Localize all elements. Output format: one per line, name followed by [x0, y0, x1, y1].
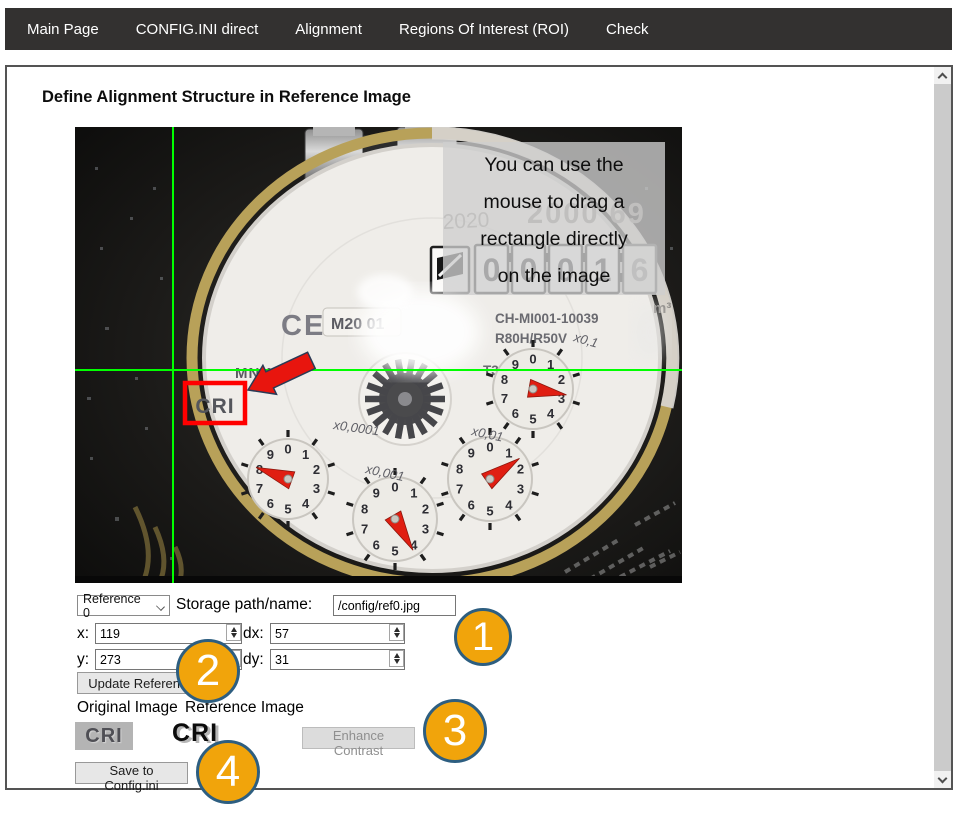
svg-text:1: 1 — [410, 486, 417, 501]
type-line1: CH-MI001-10039 — [495, 311, 599, 326]
scrollbar-down-button[interactable] — [934, 771, 951, 788]
nav-item-alignment[interactable]: Alignment — [295, 21, 362, 38]
svg-text:0: 0 — [284, 442, 291, 457]
svg-text:2: 2 — [558, 372, 565, 387]
svg-text:4: 4 — [302, 496, 310, 511]
svg-text:5: 5 — [391, 544, 398, 559]
nav-item-check[interactable]: Check — [606, 21, 649, 38]
dx-stepper[interactable] — [389, 624, 404, 641]
svg-text:7: 7 — [456, 481, 463, 496]
step-badge-1: 1 — [454, 608, 512, 666]
svg-text:7: 7 — [501, 391, 508, 406]
nav-item-roi[interactable]: Regions Of Interest (ROI) — [399, 21, 569, 38]
storage-path-field-wrap — [333, 595, 456, 616]
scrollbar-up-button[interactable] — [934, 67, 951, 84]
svg-text:0: 0 — [529, 352, 536, 367]
hint-line: on the image — [443, 258, 665, 295]
svg-text:5: 5 — [486, 504, 493, 519]
svg-text:6: 6 — [512, 406, 519, 421]
svg-text:7: 7 — [361, 521, 368, 536]
roi-text: CRI — [195, 395, 234, 418]
dy-stepper[interactable] — [389, 650, 404, 667]
hint-line: You can use the — [443, 147, 665, 184]
type-line2: R80H/R50V — [495, 331, 567, 346]
photo-edge — [75, 576, 682, 583]
chevron-down-icon — [156, 602, 165, 611]
svg-text:5: 5 — [529, 412, 536, 427]
svg-text:8: 8 — [456, 462, 463, 477]
scrollbar-thumb[interactable] — [934, 84, 951, 771]
top-navigation: Main Page CONFIG.INI direct Alignment Re… — [5, 8, 952, 50]
original-image-label: Original Image — [77, 699, 178, 717]
svg-text:9: 9 — [468, 446, 475, 461]
hint-line: rectangle directly — [443, 221, 665, 258]
scrollbar[interactable] — [934, 67, 951, 788]
svg-text:9: 9 — [267, 447, 274, 462]
svg-text:1: 1 — [505, 446, 512, 461]
content-frame: Define Alignment Structure in Reference … — [5, 65, 953, 790]
svg-text:4: 4 — [505, 497, 513, 512]
svg-text:6: 6 — [267, 496, 274, 511]
svg-text:2: 2 — [313, 462, 320, 477]
nav-item-main-page[interactable]: Main Page — [27, 21, 99, 38]
chevron-up-icon — [938, 72, 948, 82]
reference-select-value: Reference 0 — [83, 592, 151, 620]
svg-text:4: 4 — [547, 406, 555, 421]
svg-text:3: 3 — [422, 521, 429, 536]
svg-text:2: 2 — [422, 502, 429, 517]
chevron-down-icon — [938, 773, 948, 783]
original-image-thumbnail: CRI — [75, 722, 133, 750]
reference-image[interactable]: 2020 2000 69 0 0 0 1 6 — [75, 127, 682, 583]
storage-path-label: Storage path/name: — [176, 596, 312, 614]
save-to-config-button[interactable]: Save to Config.ini — [75, 762, 188, 784]
dx-label: dx: — [243, 625, 264, 643]
svg-text:3: 3 — [313, 481, 320, 496]
step-badge-4: 4 — [196, 740, 260, 804]
svg-text:6: 6 — [468, 497, 475, 512]
storage-path-input[interactable] — [333, 595, 456, 616]
dx-field-wrap — [270, 623, 405, 644]
dy-field-wrap — [270, 649, 405, 670]
nav-item-config-ini[interactable]: CONFIG.INI direct — [136, 21, 259, 38]
step-badge-2: 2 — [176, 639, 240, 703]
step-badge-3: 3 — [423, 699, 487, 763]
svg-text:6: 6 — [373, 537, 380, 552]
x-label: x: — [77, 625, 89, 643]
y-label: y: — [77, 651, 89, 669]
svg-text:8: 8 — [361, 502, 368, 517]
svg-text:9: 9 — [373, 486, 380, 501]
x-stepper[interactable] — [226, 624, 241, 641]
drag-hint-overlay: You can use the mouse to drag a rectangl… — [443, 142, 665, 295]
reference-select[interactable]: Reference 0 — [77, 595, 170, 616]
svg-text:7: 7 — [256, 481, 263, 496]
ce-mark: CE — [281, 310, 325, 342]
page-title: Define Alignment Structure in Reference … — [42, 88, 411, 107]
svg-text:1: 1 — [302, 447, 309, 462]
dy-input[interactable] — [270, 649, 405, 670]
dx-input[interactable] — [270, 623, 405, 644]
svg-text:3: 3 — [517, 481, 524, 496]
enhance-contrast-button[interactable]: Enhance Contrast — [302, 727, 415, 749]
hint-line: mouse to drag a — [443, 184, 665, 221]
svg-text:2: 2 — [517, 462, 524, 477]
dy-label: dy: — [243, 651, 264, 669]
svg-text:5: 5 — [284, 502, 291, 517]
svg-text:8: 8 — [501, 372, 508, 387]
